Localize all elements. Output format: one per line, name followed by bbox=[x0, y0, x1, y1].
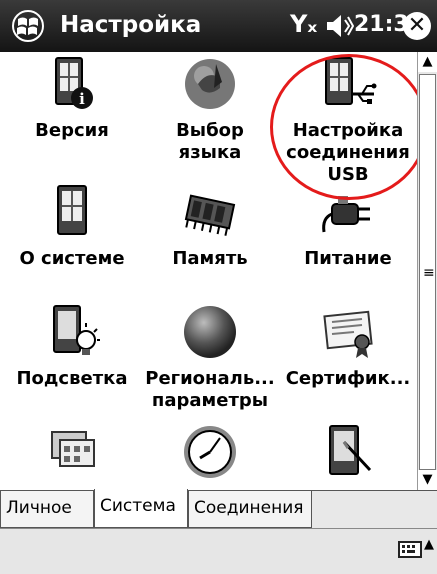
pocketpc-screen: Настройка Yₓ 21:36 ✕ i Версия Выбор язык… bbox=[0, 0, 437, 574]
setting-version-label: Версия bbox=[35, 120, 109, 141]
input-panel-arrow-icon[interactable]: ▲ bbox=[424, 537, 434, 552]
antenna-off-icon[interactable]: Yₓ bbox=[290, 10, 317, 38]
setting-clock[interactable] bbox=[141, 422, 279, 488]
tab-personal[interactable]: Личное bbox=[0, 491, 94, 528]
device-info-icon: i bbox=[55, 57, 93, 109]
setting-language[interactable]: Выбор языка bbox=[141, 54, 279, 164]
setting-language-label: Выбор языка bbox=[176, 120, 244, 163]
setting-backlight[interactable]: Подсветка bbox=[3, 302, 141, 390]
svg-text:i: i bbox=[79, 90, 85, 108]
usb-highlight-circle bbox=[270, 54, 428, 200]
close-icon[interactable]: ✕ bbox=[403, 12, 431, 40]
certificate-icon bbox=[323, 310, 373, 358]
keyboard-icon[interactable] bbox=[398, 541, 422, 558]
setting-power-label: Питание bbox=[304, 248, 392, 269]
setting-certificates-label: Сертифик... bbox=[285, 368, 411, 389]
remove-programs-icon bbox=[51, 431, 95, 467]
setting-regional[interactable]: Региональ... параметры bbox=[141, 302, 279, 412]
scroll-thumb[interactable]: ≡ bbox=[419, 74, 436, 470]
setting-about-label: О системе bbox=[19, 248, 125, 269]
tab-bar: Личное Система Соединения bbox=[0, 489, 437, 528]
regional-globe-icon bbox=[184, 306, 236, 358]
setting-certificates[interactable]: Сертифик... bbox=[279, 302, 417, 390]
scroll-up-button[interactable]: ▲ bbox=[418, 52, 437, 72]
clock-icon bbox=[184, 426, 236, 478]
globe-language-icon bbox=[185, 59, 235, 109]
device-icon bbox=[57, 185, 87, 235]
setting-version[interactable]: i Версия bbox=[3, 54, 141, 142]
scroll-grip-icon: ≡ bbox=[423, 265, 435, 281]
menu-bar: ▲ bbox=[0, 528, 437, 574]
speaker-volume-icon[interactable] bbox=[324, 12, 354, 40]
title-bar: Настройка Yₓ 21:36 ✕ bbox=[0, 0, 437, 52]
backlight-bulb-icon bbox=[53, 305, 100, 355]
setting-remove-programs[interactable] bbox=[3, 422, 141, 488]
setting-about[interactable]: О системе bbox=[3, 182, 141, 270]
memory-chip-icon bbox=[184, 194, 236, 236]
scroll-down-button[interactable]: ▼ bbox=[418, 470, 437, 490]
setting-backlight-label: Подсветка bbox=[16, 368, 128, 389]
setting-memory[interactable]: Память bbox=[141, 182, 279, 270]
windows-flag-icon[interactable] bbox=[8, 9, 48, 43]
vertical-scrollbar[interactable]: ▲ ≡ ▼ bbox=[417, 52, 437, 490]
stylus-screen-icon bbox=[329, 425, 372, 475]
setting-screen[interactable] bbox=[279, 422, 417, 488]
window-title: Настройка bbox=[60, 12, 202, 38]
setting-memory-label: Память bbox=[172, 248, 248, 269]
tab-system[interactable]: Система bbox=[94, 489, 188, 528]
tab-connections[interactable]: Соединения bbox=[188, 491, 312, 528]
setting-regional-label: Региональ... параметры bbox=[145, 368, 275, 411]
